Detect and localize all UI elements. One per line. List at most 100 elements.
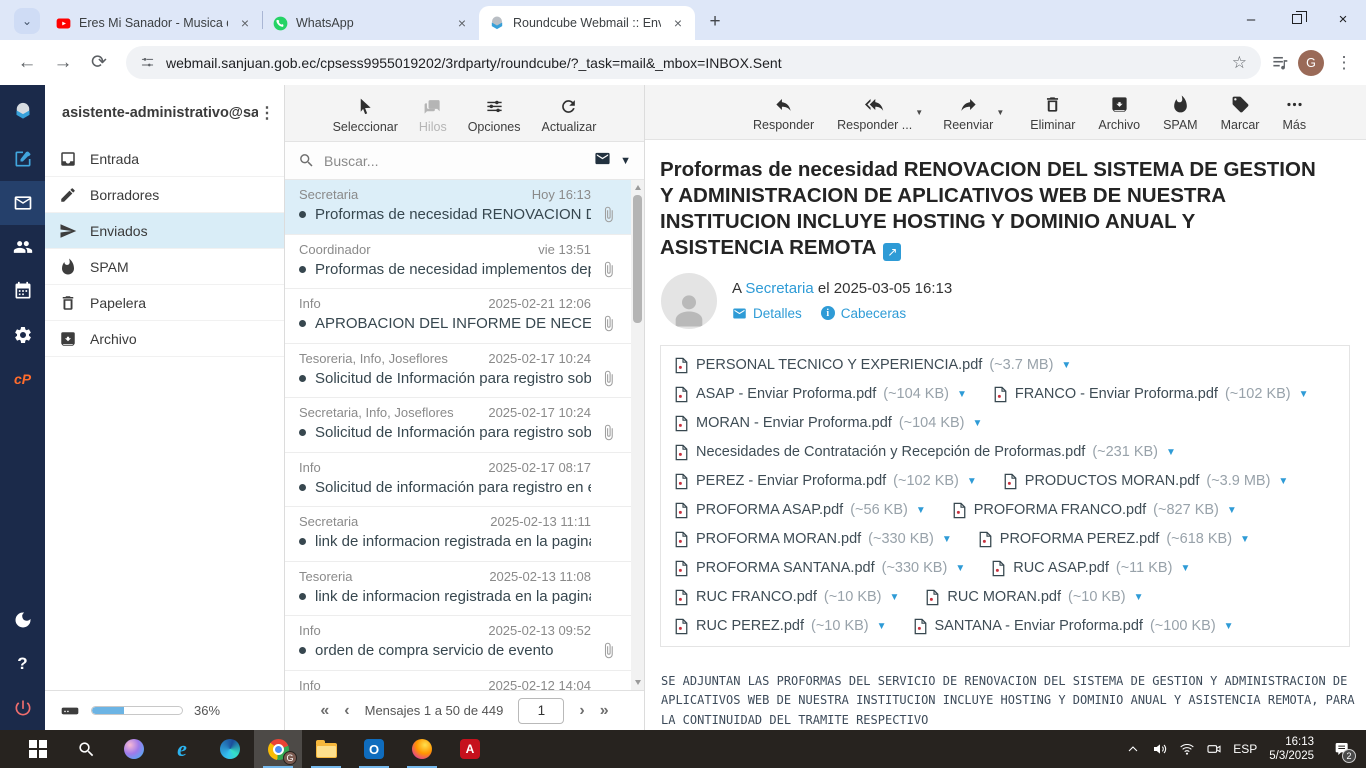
- attachment-dropdown-icon[interactable]: ▼: [1061, 360, 1071, 371]
- attachment-dropdown-icon[interactable]: ▼: [877, 621, 887, 632]
- select-button[interactable]: Seleccionar: [333, 97, 398, 134]
- message-row[interactable]: Secretaria Hoy 16:13 Proformas de necesi…: [285, 180, 631, 235]
- mail-nav-button[interactable]: [0, 181, 45, 225]
- attachment-dropdown-icon[interactable]: ▼: [1224, 621, 1234, 632]
- new-tab-button[interactable]: +: [701, 8, 729, 36]
- message-row[interactable]: Secretaria, Info, Joseflores 2025-02-17 …: [285, 398, 631, 453]
- edge-button[interactable]: [206, 730, 254, 768]
- archive-button[interactable]: Archivo: [1098, 95, 1140, 132]
- attachment-dropdown-icon[interactable]: ▼: [1227, 505, 1237, 516]
- file-explorer-button[interactable]: [302, 730, 350, 768]
- attachment-chip[interactable]: PROFORMA MORAN.pdf (~330 KB) ▼: [674, 531, 952, 548]
- refresh-button[interactable]: Actualizar: [542, 97, 597, 134]
- folder-inbox[interactable]: Entrada: [45, 141, 284, 177]
- acrobat-button[interactable]: A: [446, 730, 494, 768]
- scrollbar-thumb[interactable]: [633, 195, 642, 323]
- first-page-button[interactable]: «: [320, 702, 329, 720]
- outlook-button[interactable]: O: [350, 730, 398, 768]
- message-row[interactable]: Info 2025-02-13 09:52 orden de compra se…: [285, 616, 631, 671]
- attachment-chip[interactable]: Necesidades de Contratación y Recepción …: [674, 444, 1176, 461]
- page-number-input[interactable]: 1: [518, 698, 564, 724]
- internet-explorer-button[interactable]: e: [158, 730, 206, 768]
- site-settings-icon[interactable]: [140, 55, 155, 70]
- message-row[interactable]: Info 2025-02-21 12:06 APROBACION DEL INF…: [285, 289, 631, 344]
- attachment-chip[interactable]: MORAN - Enviar Proforma.pdf (~104 KB) ▼: [674, 415, 982, 432]
- tab-search-button[interactable]: ⌄: [14, 8, 40, 34]
- reply-all-dropdown-icon[interactable]: ▼: [915, 108, 923, 117]
- account-menu-icon[interactable]: ⋮: [258, 103, 276, 123]
- search-input[interactable]: [324, 153, 585, 169]
- volume-button[interactable]: [1146, 730, 1173, 768]
- external-link-icon[interactable]: ↗: [883, 243, 901, 261]
- attachment-dropdown-icon[interactable]: ▼: [1180, 563, 1190, 574]
- tab-close-icon[interactable]: ×: [453, 14, 471, 32]
- folder-trash[interactable]: Papelera: [45, 285, 284, 321]
- reply-button[interactable]: Responder: [753, 95, 814, 132]
- list-scrollbar[interactable]: [631, 180, 644, 690]
- message-row[interactable]: Info 2025-02-17 08:17 Solicitud de infor…: [285, 453, 631, 508]
- delete-button[interactable]: Eliminar: [1030, 95, 1075, 132]
- attachment-dropdown-icon[interactable]: ▼: [1240, 534, 1250, 545]
- attachment-chip[interactable]: PROFORMA ASAP.pdf (~56 KB) ▼: [674, 502, 926, 519]
- taskbar-search-button[interactable]: [62, 730, 110, 768]
- firefox-button[interactable]: [398, 730, 446, 768]
- attachment-chip[interactable]: RUC MORAN.pdf (~10 KB) ▼: [925, 589, 1143, 606]
- help-button[interactable]: ?: [0, 642, 45, 686]
- attachment-dropdown-icon[interactable]: ▼: [1166, 447, 1176, 458]
- threads-button[interactable]: Hilos: [419, 97, 447, 134]
- more-button[interactable]: Más: [1282, 95, 1306, 132]
- logout-button[interactable]: [0, 686, 45, 730]
- message-row[interactable]: Tesoreria 2025-02-13 11:08 link de infor…: [285, 562, 631, 617]
- address-bar[interactable]: webmail.sanjuan.gob.ec/cpsess9955019202/…: [126, 46, 1261, 79]
- tray-expand-button[interactable]: [1119, 730, 1146, 768]
- bookmark-star-icon[interactable]: ☆: [1232, 53, 1247, 73]
- browser-menu-icon[interactable]: ⋮: [1332, 53, 1356, 73]
- forward-button[interactable]: Reenviar ▼: [943, 95, 993, 132]
- tab-roundcube[interactable]: Roundcube Webmail :: Enviados ×: [479, 6, 695, 40]
- profile-avatar[interactable]: G: [1298, 50, 1324, 76]
- message-row[interactable]: Coordinador vie 13:51 Proformas de neces…: [285, 235, 631, 290]
- tab-whatsapp[interactable]: WhatsApp ×: [263, 6, 479, 40]
- search-scope-icon[interactable]: [594, 150, 611, 172]
- headers-toggle[interactable]: i Cabeceras: [821, 306, 906, 321]
- restore-button[interactable]: [1274, 0, 1320, 38]
- tab-close-icon[interactable]: ×: [669, 14, 687, 32]
- dark-mode-button[interactable]: [0, 598, 45, 642]
- last-page-button[interactable]: »: [600, 702, 609, 720]
- prev-page-button[interactable]: ‹: [344, 702, 349, 720]
- attachment-chip[interactable]: PRODUCTOS MORAN.pdf (~3.9 MB) ▼: [1003, 473, 1289, 490]
- tab-close-icon[interactable]: ×: [236, 14, 254, 32]
- minimize-button[interactable]: –: [1228, 0, 1274, 38]
- forward-button[interactable]: →: [46, 46, 80, 80]
- mark-button[interactable]: Marcar: [1221, 95, 1260, 132]
- message-row[interactable]: Tesoreria, Info, Joseflores 2025-02-17 1…: [285, 344, 631, 399]
- attachment-chip[interactable]: FRANCO - Enviar Proforma.pdf (~102 KB) ▼: [993, 386, 1309, 403]
- attachment-chip[interactable]: PEREZ - Enviar Proforma.pdf (~102 KB) ▼: [674, 473, 977, 490]
- scroll-down-icon[interactable]: [635, 680, 641, 685]
- tab-youtube[interactable]: Eres Mi Sanador - Musica de Ad ×: [46, 6, 262, 40]
- attachment-chip[interactable]: ASAP - Enviar Proforma.pdf (~104 KB) ▼: [674, 386, 967, 403]
- attachment-dropdown-icon[interactable]: ▼: [973, 418, 983, 429]
- forward-dropdown-icon[interactable]: ▼: [996, 108, 1004, 117]
- attachment-chip[interactable]: RUC PEREZ.pdf (~10 KB) ▼: [674, 618, 887, 635]
- message-row[interactable]: Secretaria 2025-02-13 11:11 link de info…: [285, 507, 631, 562]
- meet-now-button[interactable]: [1200, 730, 1227, 768]
- details-toggle[interactable]: Detalles: [732, 306, 802, 321]
- cpanel-button[interactable]: cP: [0, 357, 45, 401]
- attachment-dropdown-icon[interactable]: ▼: [1299, 389, 1309, 400]
- reload-button[interactable]: ⟳: [82, 46, 116, 80]
- calendar-nav-button[interactable]: [0, 269, 45, 313]
- options-button[interactable]: Opciones: [468, 97, 521, 134]
- attachment-dropdown-icon[interactable]: ▼: [967, 476, 977, 487]
- media-controls-icon[interactable]: [1271, 53, 1290, 72]
- reply-all-button[interactable]: Responder ... ▼: [837, 95, 912, 132]
- folder-archive[interactable]: Archivo: [45, 321, 284, 357]
- search-options-chevron-icon[interactable]: ▼: [620, 155, 631, 167]
- clock[interactable]: 16:13 5/3/2025: [1263, 735, 1324, 763]
- attachment-chip[interactable]: PERSONAL TECNICO Y EXPERIENCIA.pdf (~3.7…: [674, 357, 1071, 374]
- folder-drafts[interactable]: Borradores: [45, 177, 284, 213]
- close-button[interactable]: ×: [1320, 0, 1366, 38]
- language-indicator[interactable]: ESP: [1227, 730, 1263, 768]
- attachment-dropdown-icon[interactable]: ▼: [1278, 476, 1288, 487]
- attachment-dropdown-icon[interactable]: ▼: [942, 534, 952, 545]
